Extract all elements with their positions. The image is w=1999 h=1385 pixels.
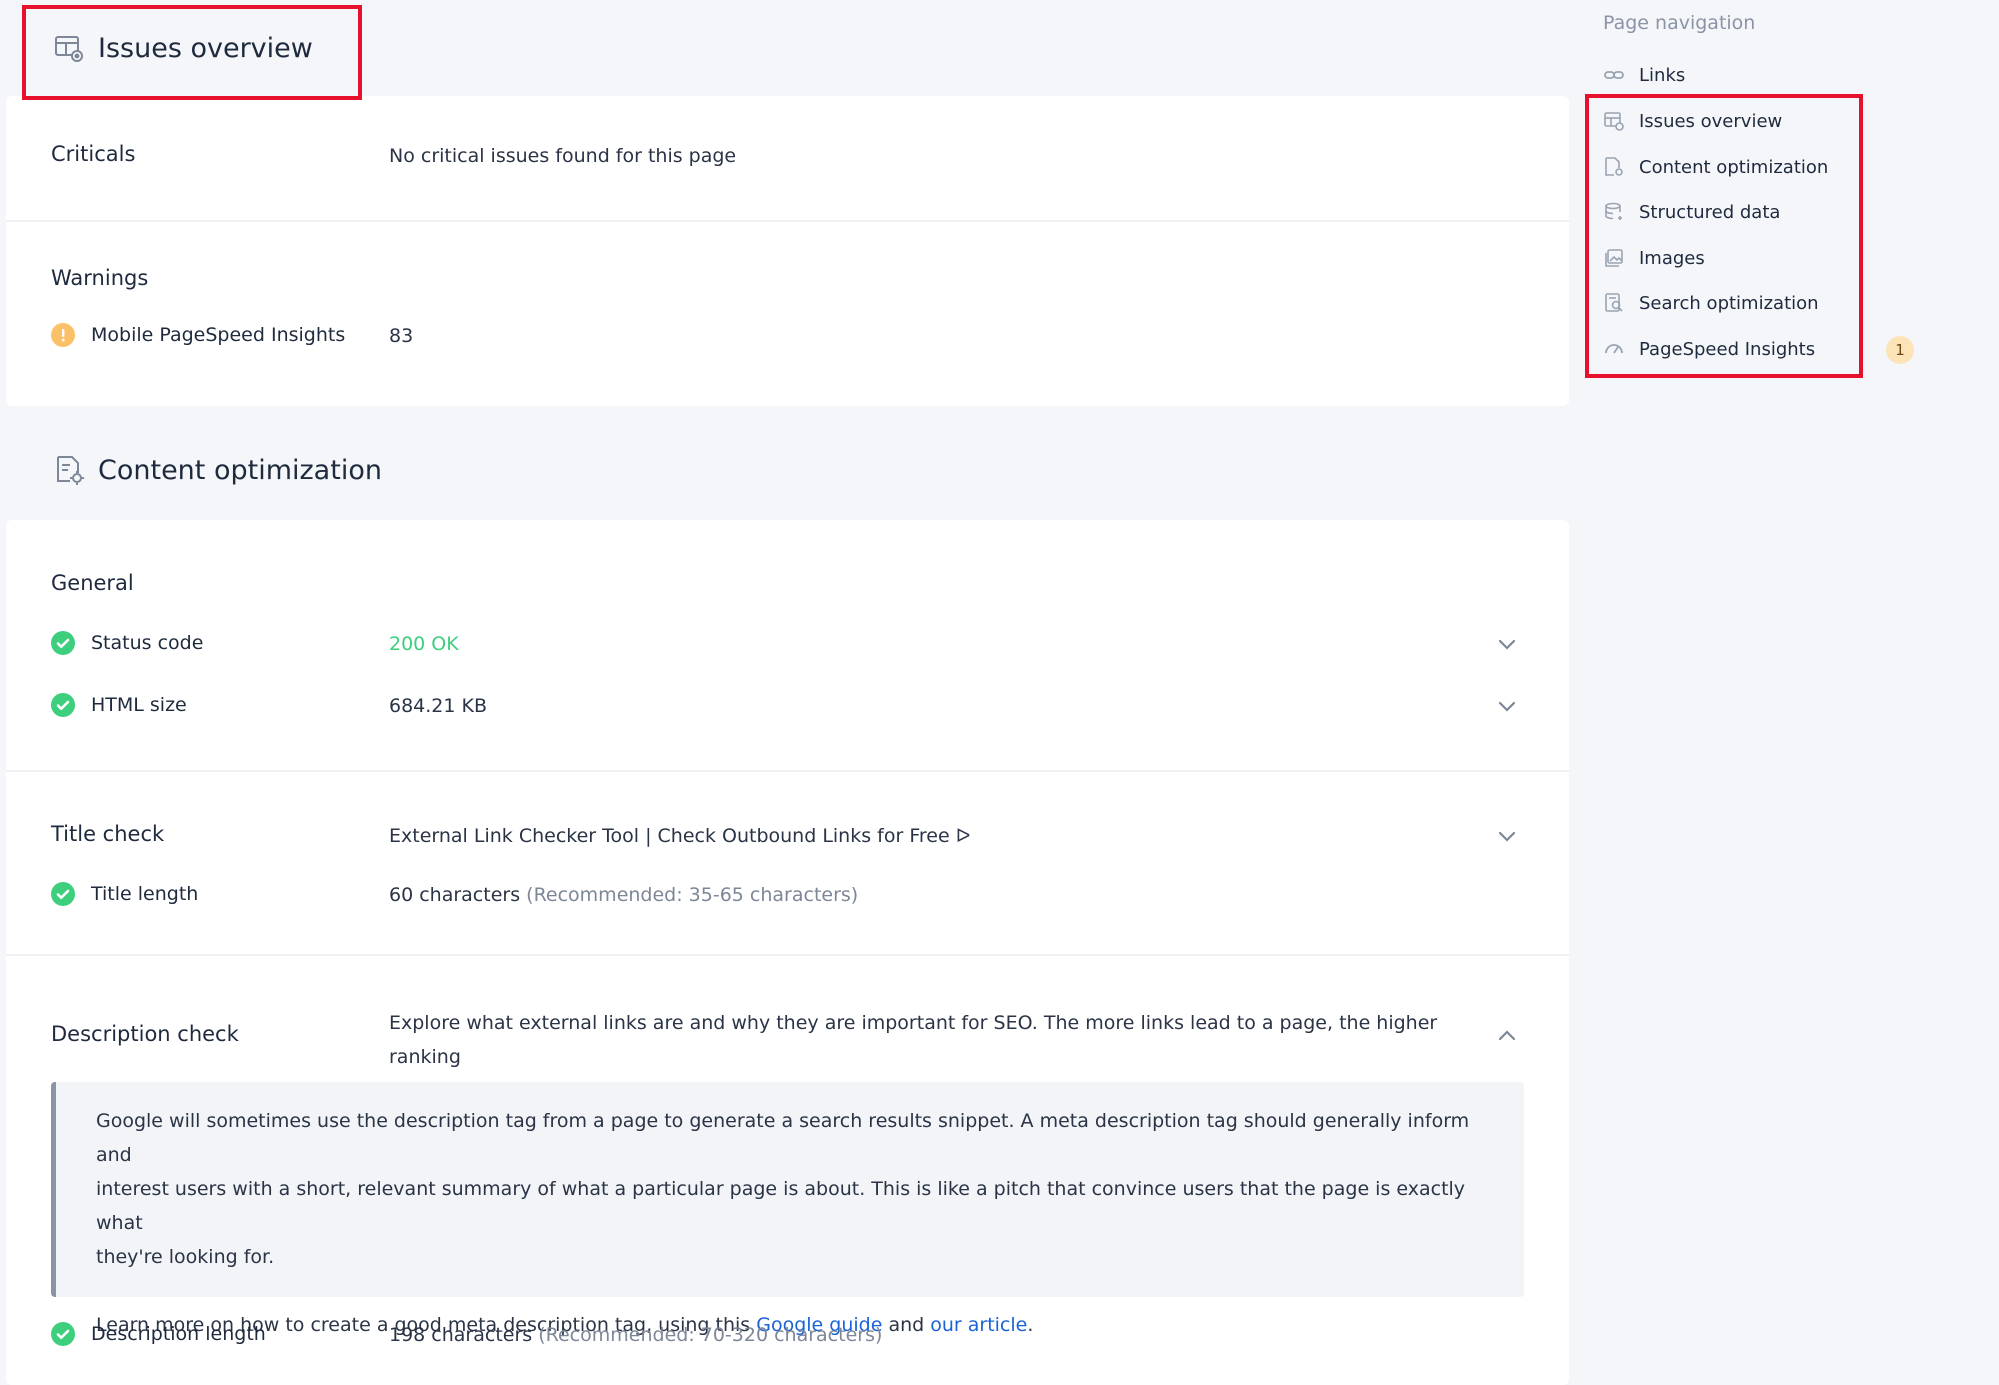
description-check-chevron-up-icon[interactable] bbox=[1496, 1025, 1518, 1047]
note-text-line: Google will sometimes use the descriptio… bbox=[96, 1110, 1470, 1166]
note-and: and bbox=[882, 1314, 931, 1336]
nav-item-search-optimization[interactable]: Search optimization bbox=[1603, 292, 1819, 314]
status-code-item: Status code bbox=[51, 631, 203, 655]
search-optimization-icon bbox=[1603, 292, 1625, 314]
issues-overview-title: Issues overview bbox=[98, 32, 313, 64]
nav-item-links[interactable]: Links bbox=[1603, 64, 1685, 86]
title-check-block: Title check External Link Checker Tool |… bbox=[6, 772, 1569, 956]
nav-item-label: PageSpeed Insights bbox=[1639, 338, 1816, 360]
criticals-value: No critical issues found for this page bbox=[389, 145, 737, 167]
nav-item-label: Images bbox=[1639, 247, 1705, 269]
issues-overview-icon bbox=[1603, 110, 1625, 132]
nav-item-issues-overview[interactable]: Issues overview bbox=[1603, 110, 1782, 132]
check-icon bbox=[51, 631, 75, 655]
content-optimization-header: Content optimization bbox=[6, 420, 1569, 520]
nav-item-label: Content optimization bbox=[1639, 156, 1829, 178]
general-label: General bbox=[51, 571, 134, 595]
check-icon bbox=[51, 882, 75, 906]
title-length-value: 60 characters bbox=[389, 884, 521, 906]
title-length-label: Title length bbox=[91, 883, 199, 905]
nav-item-label: Issues overview bbox=[1639, 110, 1783, 132]
nav-item-label: Structured data bbox=[1639, 201, 1781, 223]
nav-item-pagespeed-insights[interactable]: PageSpeed Insights bbox=[1603, 338, 1815, 360]
our-article-link[interactable]: our article bbox=[930, 1314, 1027, 1336]
nav-item-images[interactable]: Images bbox=[1603, 247, 1705, 269]
note-text-line: interest users with a short, relevant su… bbox=[96, 1178, 1466, 1234]
description-length-value-wrap: 198 characters (Recommended: 70-320 char… bbox=[389, 1324, 882, 1346]
description-text-line: Explore what external links are and why … bbox=[389, 1012, 1438, 1068]
images-icon bbox=[1603, 247, 1625, 269]
title-check-label: Title check bbox=[51, 822, 165, 846]
sidebar-highlight-box bbox=[1585, 94, 1863, 378]
nav-item-label: Links bbox=[1639, 64, 1686, 86]
description-length-recommended: (Recommended: 70-320 characters) bbox=[538, 1324, 883, 1346]
content-optimization-icon bbox=[1603, 156, 1625, 178]
nav-item-label: Search optimization bbox=[1639, 292, 1819, 314]
title-check-value: External Link Checker Tool | Check Outbo… bbox=[389, 825, 971, 847]
title-length-item: Title length bbox=[51, 882, 198, 906]
note-text-line: they're looking for. bbox=[96, 1246, 275, 1268]
title-length-value-wrap: 60 characters (Recommended: 35-65 charac… bbox=[389, 884, 858, 906]
description-info-note: Google will sometimes use the descriptio… bbox=[51, 1082, 1524, 1336]
main-content: Issues overview Criticals No critical is… bbox=[6, 0, 1569, 1385]
title-check-chevron-down-icon[interactable] bbox=[1496, 825, 1518, 847]
check-icon bbox=[51, 693, 75, 717]
content-optimization-card: General Status code 200 OK HTML size 684… bbox=[6, 520, 1569, 1385]
status-code-chevron-down-icon[interactable] bbox=[1496, 633, 1518, 655]
description-check-label: Description check bbox=[51, 1022, 239, 1046]
nav-item-structured-data[interactable]: Structured data bbox=[1603, 201, 1780, 223]
link-icon bbox=[1603, 64, 1625, 86]
check-icon bbox=[51, 1322, 75, 1346]
issues-overview-card: Criticals No critical issues found for t… bbox=[6, 96, 1569, 406]
content-optimization-icon bbox=[52, 453, 86, 487]
html-size-item: HTML size bbox=[51, 693, 187, 717]
criticals-row: Criticals No critical issues found for t… bbox=[6, 96, 1569, 222]
note-period: . bbox=[1027, 1314, 1034, 1336]
page-navigation-title: Page navigation bbox=[1603, 12, 1756, 34]
description-length-value: 198 characters bbox=[389, 1324, 533, 1346]
warnings-label: Warnings bbox=[51, 266, 149, 290]
status-code-label: Status code bbox=[91, 632, 204, 654]
general-block: General Status code 200 OK HTML size 684… bbox=[6, 520, 1569, 772]
speedometer-icon bbox=[1603, 338, 1625, 360]
description-length-item: Description length bbox=[51, 1322, 266, 1346]
issues-overview-icon bbox=[52, 31, 86, 65]
warning-item-label: Mobile PageSpeed Insights bbox=[91, 324, 346, 346]
content-optimization-title: Content optimization bbox=[98, 454, 382, 486]
title-length-recommended: (Recommended: 35-65 characters) bbox=[526, 884, 859, 906]
nav-item-content-optimization[interactable]: Content optimization bbox=[1603, 156, 1828, 178]
criticals-label: Criticals bbox=[51, 142, 136, 166]
description-length-label: Description length bbox=[91, 1323, 266, 1345]
structured-data-icon bbox=[1603, 201, 1625, 223]
description-check-block: Description check Explore what external … bbox=[6, 956, 1569, 1383]
html-size-value: 684.21 KB bbox=[389, 695, 488, 717]
warning-item-value: 83 bbox=[389, 325, 414, 347]
issues-overview-header: Issues overview bbox=[6, 0, 1569, 96]
warning-item: Mobile PageSpeed Insights bbox=[51, 323, 345, 347]
status-code-value: 200 OK bbox=[389, 633, 459, 655]
html-size-chevron-down-icon[interactable] bbox=[1496, 695, 1518, 717]
warnings-row: Warnings Mobile PageSpeed Insights 83 bbox=[6, 222, 1569, 402]
warning-icon bbox=[51, 323, 75, 347]
html-size-label: HTML size bbox=[91, 694, 187, 716]
pagespeed-warning-badge: 1 bbox=[1886, 336, 1914, 364]
